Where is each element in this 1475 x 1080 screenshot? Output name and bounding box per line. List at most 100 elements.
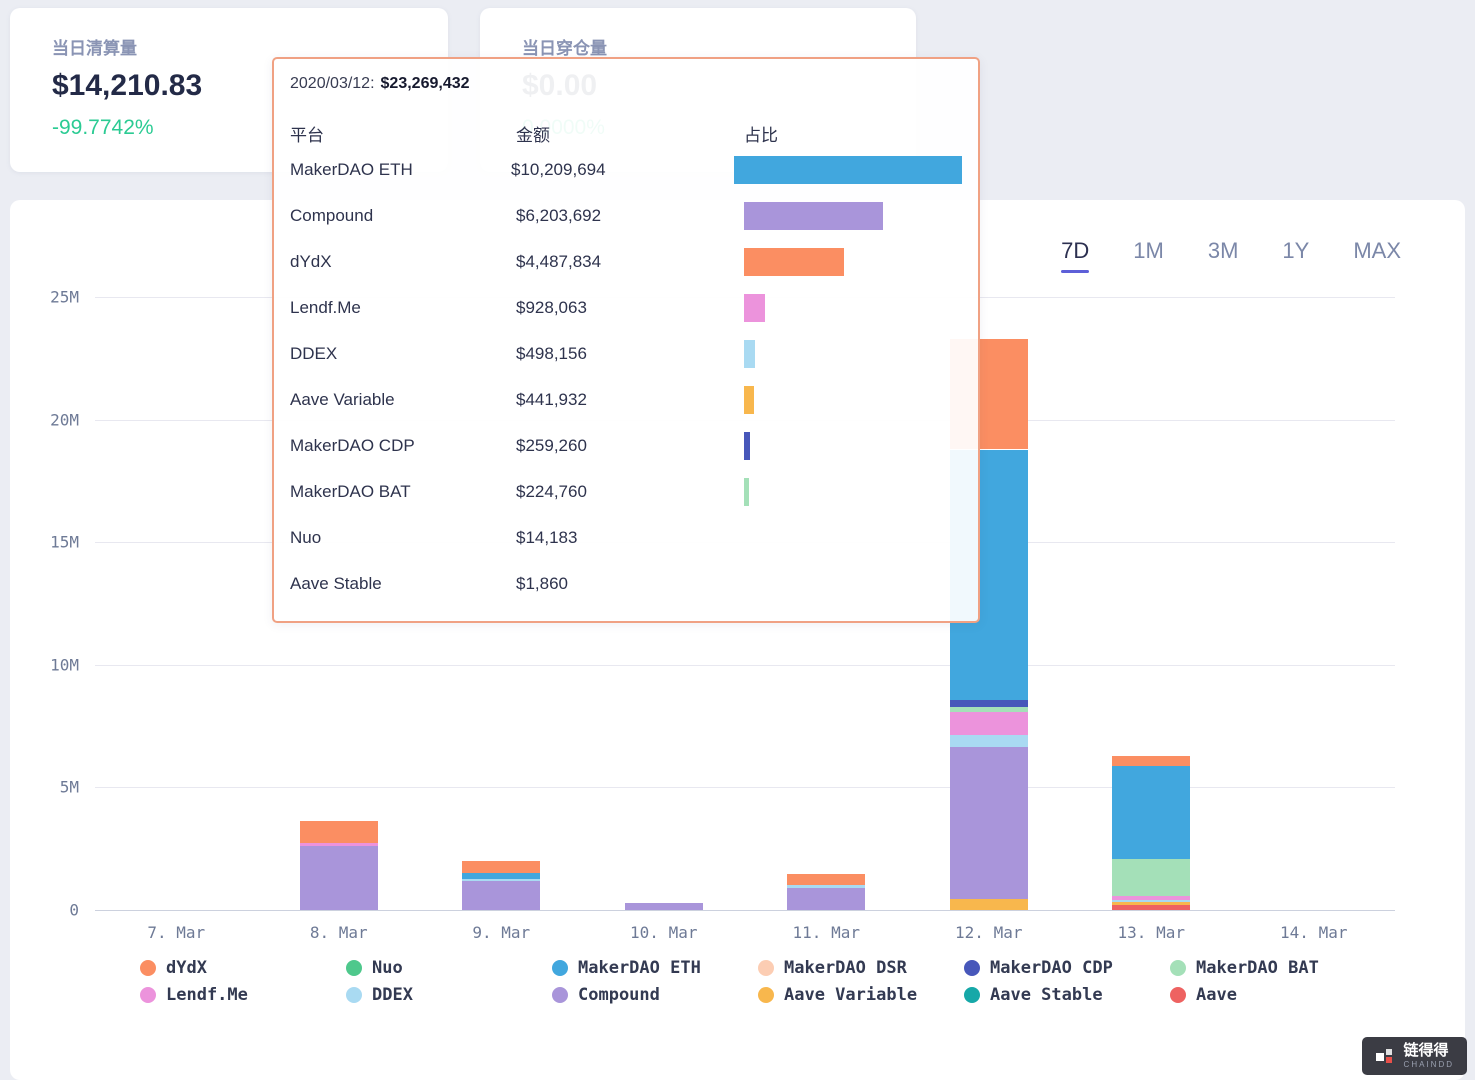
bar-segment-dydx[interactable] bbox=[1112, 756, 1190, 766]
legend-marker bbox=[552, 987, 568, 1003]
legend-label: dYdX bbox=[166, 958, 207, 978]
x-axis-label: 7. Mar bbox=[147, 923, 205, 942]
tooltip-share-bar bbox=[744, 432, 750, 460]
tooltip-share-bar bbox=[744, 202, 883, 230]
tooltip-platform-name: Lendf.Me bbox=[290, 298, 516, 318]
legend-marker bbox=[552, 960, 568, 976]
tooltip-share-bar bbox=[744, 478, 749, 506]
tooltip-amount: $10,209,694 bbox=[511, 160, 734, 180]
x-axis-label: 12. Mar bbox=[955, 923, 1022, 942]
range-option-1y[interactable]: 1Y bbox=[1282, 238, 1309, 273]
gridline bbox=[95, 665, 1395, 666]
tooltip-platform-name: Nuo bbox=[290, 528, 516, 548]
legend-marker bbox=[140, 960, 156, 976]
tooltip-share-cell bbox=[744, 294, 962, 322]
bar-segment-ddex[interactable] bbox=[462, 879, 540, 881]
bar-segment-lendf.me[interactable] bbox=[1112, 896, 1190, 900]
tooltip-total: $23,269,432 bbox=[381, 75, 470, 92]
daily-shortfall-label: 当日穿仓量 bbox=[522, 34, 874, 59]
bar-segment-makerdao-eth[interactable] bbox=[1112, 766, 1190, 859]
range-option-max[interactable]: MAX bbox=[1353, 238, 1401, 273]
tooltip-share-bar bbox=[734, 156, 962, 184]
tooltip-amount: $4,487,834 bbox=[516, 252, 744, 272]
tooltip-share-bar bbox=[744, 248, 844, 276]
legend-item-aave-stable[interactable]: Aave Stable bbox=[964, 985, 1170, 1005]
legend-item-makerdao-cdp[interactable]: MakerDAO CDP bbox=[964, 958, 1170, 978]
legend-item-aave[interactable]: Aave bbox=[1170, 985, 1376, 1005]
legend-item-aave-variable[interactable]: Aave Variable bbox=[758, 985, 964, 1005]
legend-item-makerdao-bat[interactable]: MakerDAO BAT bbox=[1170, 958, 1376, 978]
x-axis-label: 8. Mar bbox=[310, 923, 368, 942]
bar-segment-compound[interactable] bbox=[787, 888, 865, 910]
legend-marker bbox=[964, 987, 980, 1003]
bar-segment-ddex[interactable] bbox=[1112, 900, 1190, 902]
legend-label: Nuo bbox=[372, 958, 403, 978]
legend-item-ddex[interactable]: DDEX bbox=[346, 985, 552, 1005]
tooltip-amount: $224,760 bbox=[516, 482, 744, 502]
bar-segment-compound[interactable] bbox=[950, 747, 1028, 899]
bar-segment-lendf.me[interactable] bbox=[300, 843, 378, 846]
tooltip-platform-name: Aave Stable bbox=[290, 574, 516, 594]
bar-segment-compound[interactable] bbox=[300, 846, 378, 910]
tooltip-share-bar bbox=[744, 340, 755, 368]
legend-label: Lendf.Me bbox=[166, 985, 248, 1005]
bar-segment-aave-variable[interactable] bbox=[1112, 902, 1190, 905]
legend-label: MakerDAO ETH bbox=[578, 958, 701, 978]
watermark-sub: CHAINDD bbox=[1404, 1061, 1454, 1069]
bar-segment-ddex[interactable] bbox=[787, 885, 865, 888]
bar-segment-compound[interactable] bbox=[625, 903, 703, 910]
legend-marker bbox=[346, 987, 362, 1003]
bar-segment-ddex[interactable] bbox=[950, 735, 1028, 747]
bar-segment-makerdao-cdp[interactable] bbox=[950, 700, 1028, 706]
tooltip-share-bar bbox=[744, 294, 765, 322]
legend-marker bbox=[1170, 987, 1186, 1003]
tooltip-row: Lendf.Me$928,063 bbox=[290, 285, 962, 331]
tooltip-platform-name: Aave Variable bbox=[290, 390, 516, 410]
legend-item-makerdao-eth[interactable]: MakerDAO ETH bbox=[552, 958, 758, 978]
legend-item-lendf.me[interactable]: Lendf.Me bbox=[140, 985, 346, 1005]
range-option-7d[interactable]: 7D bbox=[1061, 238, 1089, 273]
bar-segment-aave-variable[interactable] bbox=[950, 899, 1028, 910]
chart-tooltip: 2020/03/12:$23,269,432 平台 金额 占比 MakerDAO… bbox=[272, 57, 980, 623]
bar-segment-dydx[interactable] bbox=[300, 821, 378, 843]
bar-segment-makerdao-bat[interactable] bbox=[1112, 859, 1190, 896]
legend-label: MakerDAO DSR bbox=[784, 958, 907, 978]
bar-segment-aave[interactable] bbox=[1112, 905, 1190, 910]
bar-segment-lendf.me[interactable] bbox=[950, 712, 1028, 735]
tooltip-title: 2020/03/12: $23,269,432 bbox=[290, 75, 962, 93]
bar-segment-makerdao-bat[interactable] bbox=[950, 707, 1028, 713]
legend-label: Aave Variable bbox=[784, 985, 917, 1005]
tooltip-col-amount: 金额 bbox=[516, 121, 744, 146]
tooltip-amount: $6,203,692 bbox=[516, 206, 744, 226]
tooltip-row: Compound$6,203,692 bbox=[290, 193, 962, 239]
y-axis-label: 25M bbox=[50, 288, 79, 307]
y-axis-label: 20M bbox=[50, 410, 79, 429]
legend-marker bbox=[346, 960, 362, 976]
tooltip-date: 2020/03/12: bbox=[290, 75, 375, 92]
legend-item-dydx[interactable]: dYdX bbox=[140, 958, 346, 978]
y-axis-label: 5M bbox=[60, 778, 79, 797]
bar-segment-makerdao-eth[interactable] bbox=[462, 873, 540, 879]
tooltip-amount: $259,260 bbox=[516, 436, 744, 456]
legend-item-makerdao-dsr[interactable]: MakerDAO DSR bbox=[758, 958, 964, 978]
chaindd-logo-icon bbox=[1375, 1046, 1395, 1066]
tooltip-row: MakerDAO BAT$224,760 bbox=[290, 469, 962, 515]
legend-item-nuo[interactable]: Nuo bbox=[346, 958, 552, 978]
tooltip-platform-name: MakerDAO BAT bbox=[290, 482, 516, 502]
chart-legend: dYdX Nuo MakerDAO ETH MakerDAO DSR MakerDAO … bbox=[140, 958, 1376, 1005]
legend-item-compound[interactable]: Compound bbox=[552, 985, 758, 1005]
legend-label: Aave bbox=[1196, 985, 1237, 1005]
tooltip-amount: $1,860 bbox=[516, 574, 744, 594]
tooltip-amount: $14,183 bbox=[516, 528, 744, 548]
range-option-3m[interactable]: 3M bbox=[1208, 238, 1239, 273]
tooltip-row: MakerDAO CDP$259,260 bbox=[290, 423, 962, 469]
tooltip-row: Aave Variable$441,932 bbox=[290, 377, 962, 423]
range-option-1m[interactable]: 1M bbox=[1133, 238, 1164, 273]
x-axis-label: 9. Mar bbox=[472, 923, 530, 942]
bar-segment-dydx[interactable] bbox=[787, 874, 865, 885]
bar-segment-compound[interactable] bbox=[462, 881, 540, 910]
x-axis-label: 11. Mar bbox=[793, 923, 860, 942]
tooltip-row: MakerDAO ETH$10,209,694 bbox=[290, 147, 962, 193]
tooltip-share-cell bbox=[734, 156, 962, 184]
bar-segment-dydx[interactable] bbox=[462, 861, 540, 872]
